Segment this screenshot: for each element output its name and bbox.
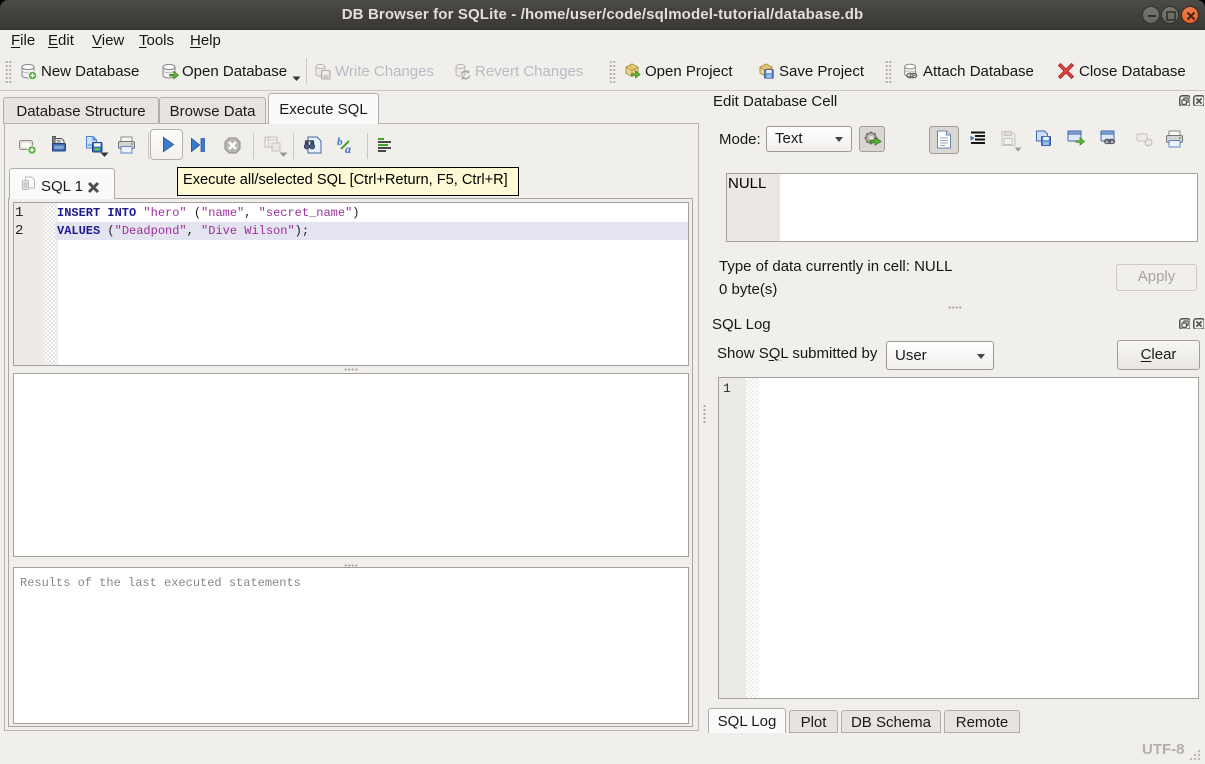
svg-text:b: b: [337, 136, 343, 148]
